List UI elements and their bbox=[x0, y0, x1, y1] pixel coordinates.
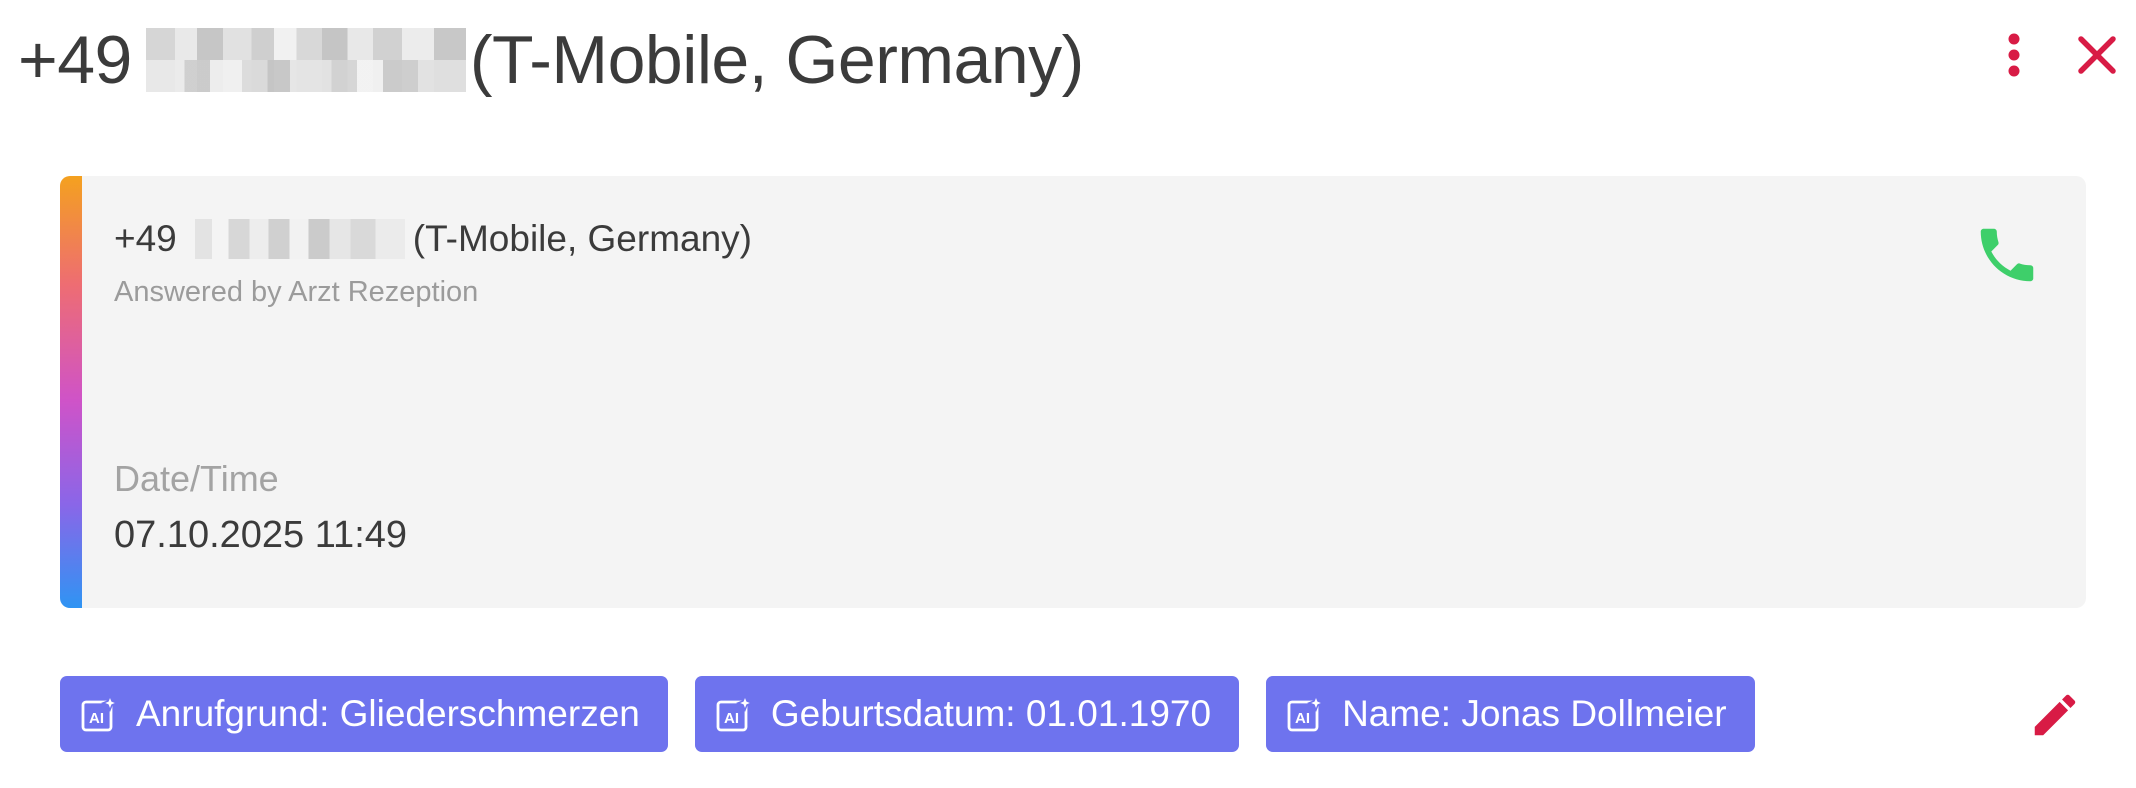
phone-icon bbox=[1980, 228, 2034, 282]
ai-tag-label: Anrufgrund: Gliederschmerzen bbox=[136, 693, 640, 734]
svg-text:AI: AI bbox=[724, 710, 739, 727]
svg-text:AI: AI bbox=[89, 710, 104, 727]
ai-tag-label: Name: Jonas Dollmeier bbox=[1342, 693, 1727, 734]
ai-tag-birthdate[interactable]: AI Geburtsdatum: 01.01.1970 bbox=[694, 676, 1240, 752]
dialog-header: +49 (T-Mobile, Germany) bbox=[0, 0, 2136, 120]
ai-tags-row: AI Anrufgrund: Gliederschmerzen AI Gebur… bbox=[60, 676, 1755, 752]
answered-by-text: Answered by Arzt Rezeption bbox=[114, 276, 479, 308]
call-summary-card: +49 (T-Mobile, Germany) Answered by Arzt… bbox=[60, 176, 2086, 608]
ai-sparkle-icon: AI bbox=[1286, 695, 1325, 733]
page-title: +49 (T-Mobile, Germany) bbox=[18, 12, 1084, 108]
ai-sparkle-icon: AI bbox=[715, 695, 753, 733]
edit-button[interactable] bbox=[2020, 680, 2090, 750]
close-icon bbox=[2078, 36, 2116, 74]
datetime-value: 07.10.2025 11:49 bbox=[114, 514, 408, 556]
more-vert-icon bbox=[2008, 33, 2020, 77]
more-options-button[interactable] bbox=[1992, 24, 2036, 86]
ai-sparkle-icon: AI bbox=[80, 695, 118, 733]
caller-carrier: (T-Mobile, Germany) bbox=[412, 218, 752, 259]
redacted-caller-number bbox=[194, 219, 405, 259]
ai-tag-call-reason[interactable]: AI Anrufgrund: Gliederschmerzen bbox=[60, 676, 668, 752]
title-carrier: (T-Mobile, Germany) bbox=[469, 22, 1084, 98]
card-accent-bar bbox=[60, 176, 82, 608]
svg-text:AI: AI bbox=[1295, 710, 1310, 727]
close-button[interactable] bbox=[2066, 24, 2128, 86]
title-prefix: +49 bbox=[18, 22, 132, 98]
datetime-label: Date/Time bbox=[114, 458, 279, 499]
redacted-number bbox=[145, 28, 466, 92]
ai-tag-label: Geburtsdatum: 01.01.1970 bbox=[770, 693, 1212, 734]
caller-number-prefix: +49 bbox=[114, 218, 177, 259]
ai-tag-name[interactable]: AI Name: Jonas Dollmeier bbox=[1266, 676, 1755, 752]
pencil-icon bbox=[2034, 694, 2076, 736]
call-button[interactable] bbox=[1972, 220, 2042, 290]
caller-number: +49 (T-Mobile, Germany) bbox=[114, 218, 752, 260]
